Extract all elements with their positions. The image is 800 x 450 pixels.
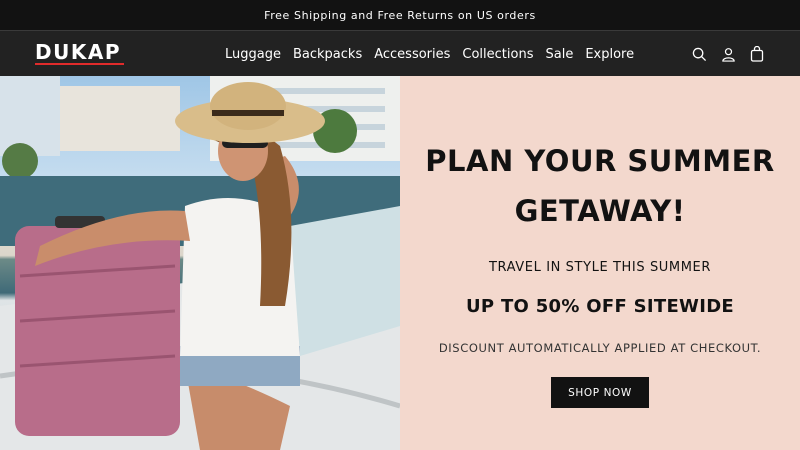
nav-item-sale[interactable]: Sale [545,47,573,62]
hero-note: DISCOUNT AUTOMATICALLY APPLIED AT CHECKO… [438,341,762,355]
nav-item-accessories[interactable]: Accessories [374,47,450,62]
logo[interactable]: DUKAP [35,41,121,63]
nav-item-collections[interactable]: Collections [462,47,533,62]
hero-image [0,76,400,450]
header-icons [692,31,764,77]
nav-item-explore[interactable]: Explore [585,47,634,62]
nav-item-luggage[interactable]: Luggage [225,47,281,62]
cart-icon[interactable] [750,46,764,62]
hero-offer: UP TO 50% OFF SITEWIDE [465,296,735,317]
hero-photo-illustration [0,76,400,450]
hero-promo-panel: PLAN YOUR SUMMER GETAWAY! TRAVEL IN STYL… [400,76,800,450]
account-icon[interactable] [721,47,736,62]
shop-now-button[interactable]: SHOP NOW [551,377,649,408]
search-icon[interactable] [692,47,707,62]
announcement-text: Free Shipping and Free Returns on US ord… [264,8,536,22]
nav-item-backpacks[interactable]: Backpacks [293,47,362,62]
logo-accent-line [35,63,124,65]
site-header: DUKAP Luggage Backpacks Accessories Coll… [0,30,800,76]
announcement-bar: Free Shipping and Free Returns on US ord… [0,0,800,30]
hero-subtitle: TRAVEL IN STYLE THIS SUMMER [489,260,711,275]
hero-title: PLAN YOUR SUMMER GETAWAY! [425,144,775,228]
main-nav: Luggage Backpacks Accessories Collection… [225,31,634,77]
